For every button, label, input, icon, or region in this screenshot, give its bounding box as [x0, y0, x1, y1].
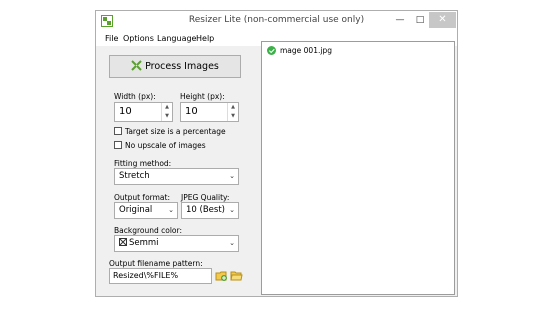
- chevron-down-icon: ⌄: [168, 206, 174, 214]
- output-format-label: Output format:: [114, 193, 170, 202]
- file-name: mage 001.jpg: [280, 46, 332, 55]
- chevron-down-icon: ⌄: [229, 206, 235, 214]
- check-circle-icon: [267, 46, 276, 55]
- menu-options[interactable]: Options: [123, 34, 154, 43]
- height-value: 10: [185, 106, 198, 117]
- background-color-label: Background color:: [114, 226, 182, 235]
- minimize-button[interactable]: —: [389, 12, 411, 28]
- process-images-button[interactable]: Process Images: [109, 55, 241, 78]
- process-icon: [131, 60, 142, 71]
- list-item[interactable]: mage 001.jpg: [267, 46, 332, 58]
- folder-open-icon[interactable]: [229, 268, 244, 283]
- jpeg-quality-select[interactable]: 10 (Best) ⌄: [181, 202, 239, 219]
- menu-language[interactable]: Language: [157, 34, 196, 43]
- height-label: Height (px):: [180, 92, 225, 101]
- fitting-method-select[interactable]: Stretch ⌄: [114, 168, 239, 185]
- menu-file[interactable]: File: [105, 34, 118, 43]
- output-format-value: Original: [119, 205, 153, 215]
- width-up-arrow[interactable]: ▲: [162, 103, 172, 112]
- file-list[interactable]: mage 001.jpg: [261, 41, 455, 295]
- width-value: 10: [119, 106, 132, 117]
- width-down-arrow[interactable]: ▼: [162, 112, 172, 121]
- jpeg-quality-value: 10 (Best): [186, 205, 225, 215]
- maximize-button[interactable]: □: [409, 12, 431, 28]
- process-images-label: Process Images: [145, 61, 219, 72]
- insert-token-icon[interactable]: [214, 268, 229, 283]
- menu-help[interactable]: Help: [196, 34, 214, 43]
- app-window: Resizer Lite (non-commercial use only) —…: [95, 10, 458, 297]
- height-down-arrow[interactable]: ▼: [228, 112, 238, 121]
- filename-pattern-input[interactable]: Resized\%FILE%: [109, 268, 212, 284]
- width-spinner[interactable]: 10 ▲ ▼: [114, 102, 173, 122]
- target-percentage-label: Target size is a percentage: [125, 127, 226, 136]
- fitting-method-value: Stretch: [119, 171, 150, 181]
- title-bar: Resizer Lite (non-commercial use only) —…: [96, 11, 457, 32]
- filename-pattern-label: Output filename pattern:: [109, 259, 203, 268]
- chevron-down-icon: ⌄: [229, 172, 235, 180]
- width-label: Width (px):: [114, 92, 156, 101]
- height-up-arrow[interactable]: ▲: [228, 103, 238, 112]
- target-percentage-checkbox[interactable]: [114, 127, 122, 135]
- output-format-select[interactable]: Original ⌄: [114, 202, 178, 219]
- no-upscale-label: No upscale of images: [125, 141, 206, 150]
- jpeg-quality-label: JPEG Quality:: [181, 193, 230, 202]
- chevron-down-icon: ⌄: [229, 239, 235, 247]
- background-color-select[interactable]: Semmi ⌄: [114, 235, 239, 252]
- no-upscale-checkbox[interactable]: [114, 141, 122, 149]
- fitting-method-label: Fitting method:: [114, 159, 172, 168]
- height-spinner[interactable]: 10 ▲ ▼: [180, 102, 239, 122]
- background-color-value: Semmi: [129, 238, 159, 248]
- no-color-swatch-icon: [119, 238, 127, 246]
- close-button[interactable]: ✕: [429, 12, 456, 28]
